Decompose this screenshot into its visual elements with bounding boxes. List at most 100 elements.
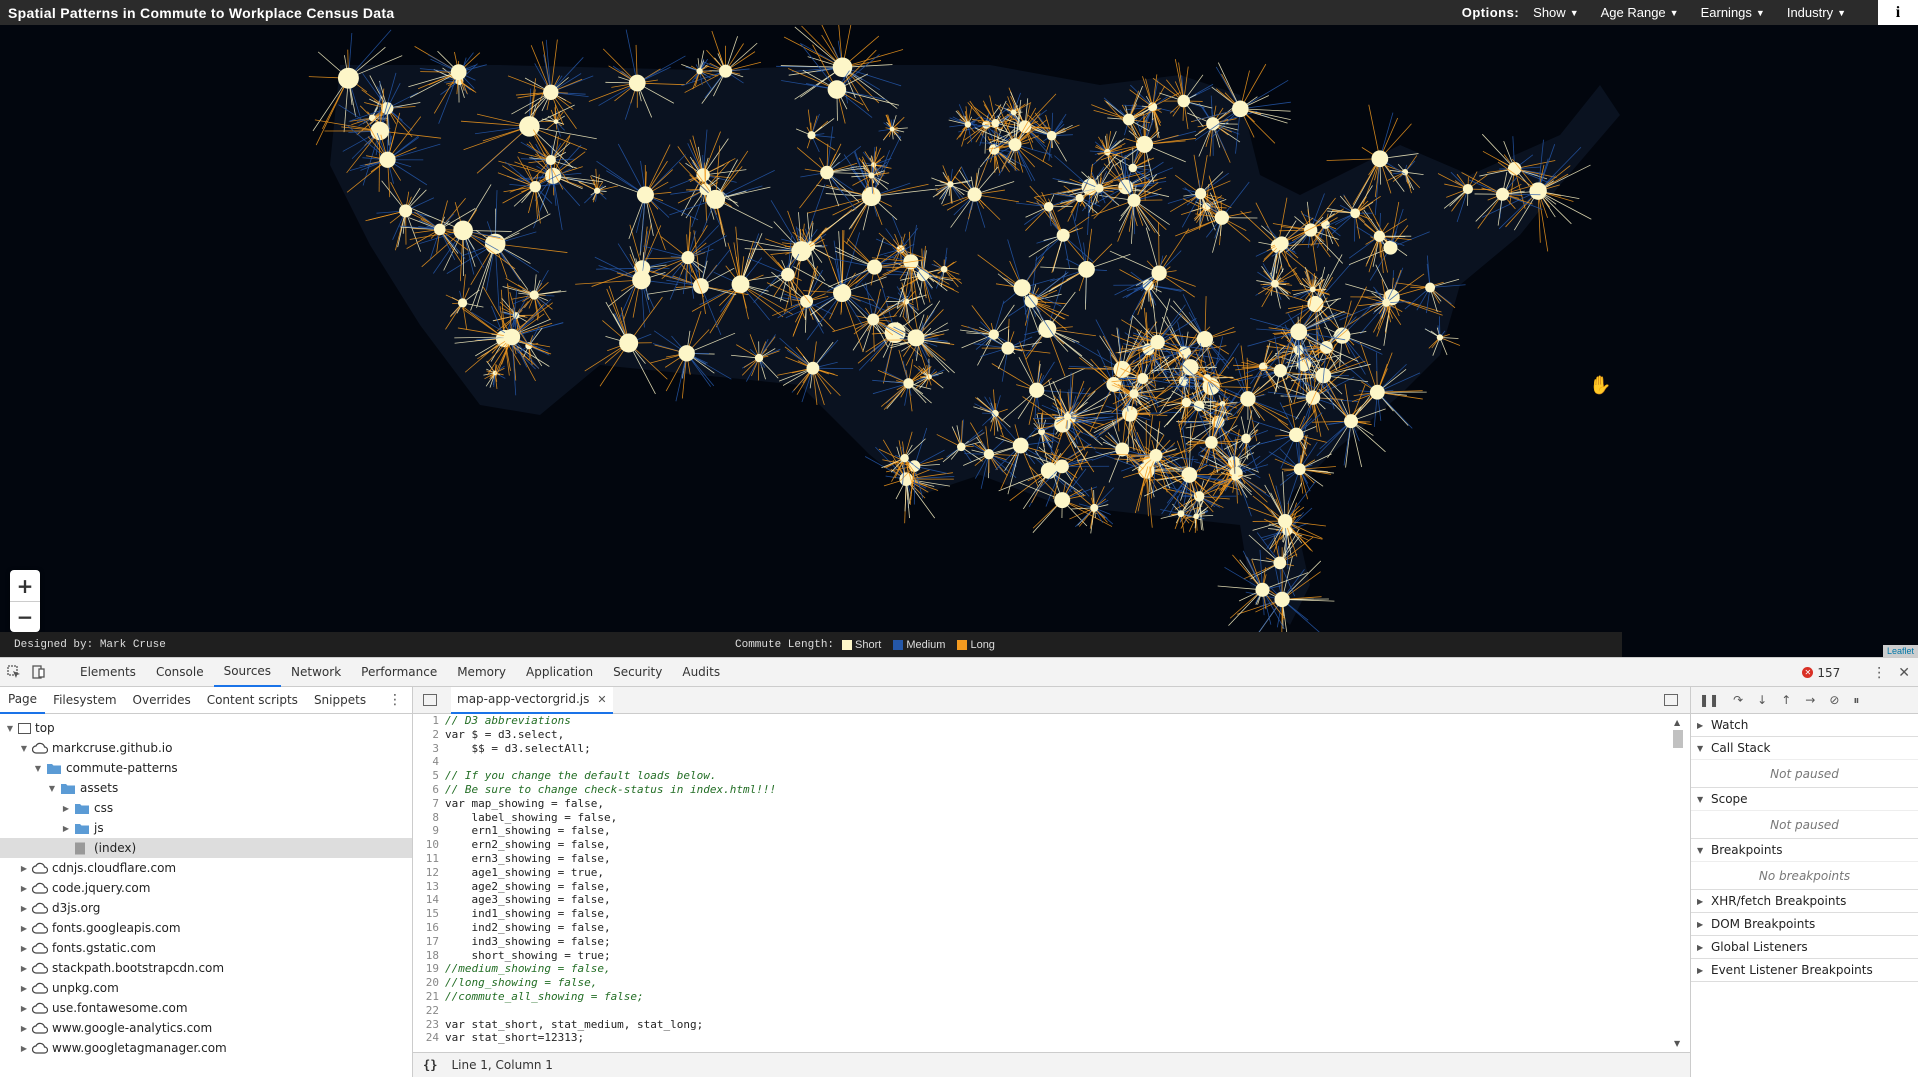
collapsed-arrow-icon[interactable]: ▶ [18,1044,30,1053]
scrollbar-thumb[interactable] [1673,730,1683,748]
collapsed-arrow-icon[interactable]: ▶ [18,864,30,873]
nav-tab-filesystem[interactable]: Filesystem [45,687,124,714]
line-number[interactable]: 24 [413,1031,443,1045]
line-number[interactable]: 19 [413,962,443,976]
step-icon[interactable]: → [1805,693,1815,707]
collapsed-arrow-icon[interactable]: ▶ [60,804,72,813]
more-options-icon[interactable]: ⋮ [1872,665,1886,681]
collapsed-arrow-icon[interactable]: ▶ [18,984,30,993]
tree-item[interactable]: ▶js [0,818,412,838]
tree-item[interactable]: ▶www.google-analytics.com [0,1018,412,1038]
tree-item[interactable]: ▶css [0,798,412,818]
line-number[interactable]: 18 [413,949,443,963]
tree-item[interactable]: ▶fonts.googleapis.com [0,918,412,938]
section-header[interactable]: ▼Breakpoints [1691,839,1918,861]
pretty-print-button[interactable]: {} [423,1058,437,1072]
step-over-icon[interactable]: ↷ [1733,693,1743,707]
info-button[interactable]: i [1878,0,1918,25]
zoom-out-button[interactable]: − [10,601,40,632]
line-number[interactable]: 14 [413,893,443,907]
tab-application[interactable]: Application [516,658,603,687]
device-toolbar-icon[interactable] [28,662,48,682]
expanded-arrow-icon[interactable]: ▼ [18,744,30,753]
industry-dropdown[interactable]: Industry▼ [1787,5,1846,20]
line-number[interactable]: 5 [413,769,443,783]
line-number[interactable]: 11 [413,852,443,866]
tab-audits[interactable]: Audits [672,658,730,687]
inspect-element-icon[interactable] [4,662,24,682]
expanded-arrow-icon[interactable]: ▼ [32,764,44,773]
close-devtools-icon[interactable]: ✕ [1898,665,1910,681]
collapsed-arrow-icon[interactable]: ▶ [18,1024,30,1033]
age-range-dropdown[interactable]: Age Range▼ [1601,5,1679,20]
step-out-icon[interactable]: ↑ [1781,693,1791,707]
tree-item[interactable]: ▼assets [0,778,412,798]
code-content[interactable]: 1// D3 abbreviations2var $ = d3.select,3… [413,714,1690,1052]
commute-map[interactable] [0,25,1918,632]
navigator-more-icon[interactable]: ⋮ [388,692,402,708]
expanded-arrow-icon[interactable]: ▼ [46,784,58,793]
tree-item[interactable]: ▶code.jquery.com [0,878,412,898]
tab-memory[interactable]: Memory [447,658,516,687]
nav-tab-content-scripts[interactable]: Content scripts [199,687,306,714]
tree-item[interactable]: ▶stackpath.bootstrapcdn.com [0,958,412,978]
nav-tab-snippets[interactable]: Snippets [306,687,374,714]
collapsed-arrow-icon[interactable]: ▶ [18,944,30,953]
line-number[interactable]: 21 [413,990,443,1004]
line-number[interactable]: 15 [413,907,443,921]
tree-item[interactable]: ▶cdnjs.cloudflare.com [0,858,412,878]
zoom-in-button[interactable]: + [10,570,40,601]
leaflet-attribution-link[interactable]: Leaflet [1883,645,1918,657]
line-number[interactable]: 13 [413,880,443,894]
line-number[interactable]: 6 [413,783,443,797]
line-number[interactable]: 10 [413,838,443,852]
tab-sources[interactable]: Sources [214,658,281,687]
tab-performance[interactable]: Performance [351,658,447,687]
line-number[interactable]: 4 [413,755,443,769]
deactivate-breakpoints-icon[interactable]: ⊘ [1829,693,1839,707]
tab-network[interactable]: Network [281,658,351,687]
collapsed-arrow-icon[interactable]: ▶ [60,824,72,833]
pause-icon[interactable]: ❚❚ [1699,693,1719,707]
collapsed-arrow-icon[interactable]: ▶ [18,924,30,933]
toggle-navigator-icon[interactable] [423,694,437,706]
tab-security[interactable]: Security [603,658,672,687]
section-header[interactable]: ▶Event Listener Breakpoints [1691,959,1918,981]
editor-file-tab[interactable]: map-app-vectorgrid.js ✕ [451,687,613,714]
scroll-up-icon[interactable]: ▲ [1674,718,1680,727]
expanded-arrow-icon[interactable]: ▼ [4,724,16,733]
line-number[interactable]: 2 [413,728,443,742]
close-tab-icon[interactable]: ✕ [597,693,606,706]
line-number[interactable]: 7 [413,797,443,811]
tree-item[interactable]: (index) [0,838,412,858]
line-number[interactable]: 22 [413,1004,443,1018]
section-header[interactable]: ▼Scope [1691,788,1918,810]
nav-tab-overrides[interactable]: Overrides [125,687,199,714]
error-count-badge[interactable]: ✕ 157 [1802,666,1840,680]
section-header[interactable]: ▶DOM Breakpoints [1691,913,1918,935]
tree-item[interactable]: ▶d3js.org [0,898,412,918]
pause-on-exceptions-icon[interactable]: ⏸ [1853,693,1859,708]
section-header[interactable]: ▶Watch [1691,714,1918,736]
earnings-dropdown[interactable]: Earnings▼ [1701,5,1765,20]
toggle-debugger-icon[interactable] [1664,694,1678,706]
tree-item[interactable]: ▶www.googletagmanager.com [0,1038,412,1058]
code-scrollbar[interactable]: ▲ ▼ [1672,718,1684,1048]
scroll-down-icon[interactable]: ▼ [1674,1039,1680,1048]
line-number[interactable]: 12 [413,866,443,880]
tree-item[interactable]: ▼markcruse.github.io [0,738,412,758]
step-into-icon[interactable]: ↓ [1757,693,1767,707]
tree-item[interactable]: ▼top [0,718,412,738]
line-number[interactable]: 17 [413,935,443,949]
tree-item[interactable]: ▼commute-patterns [0,758,412,778]
tab-console[interactable]: Console [146,658,214,687]
tree-item[interactable]: ▶use.fontawesome.com [0,998,412,1018]
line-number[interactable]: 3 [413,742,443,756]
section-header[interactable]: ▼Call Stack [1691,737,1918,759]
line-number[interactable]: 20 [413,976,443,990]
tab-elements[interactable]: Elements [70,658,146,687]
collapsed-arrow-icon[interactable]: ▶ [18,904,30,913]
collapsed-arrow-icon[interactable]: ▶ [18,884,30,893]
collapsed-arrow-icon[interactable]: ▶ [18,964,30,973]
tree-item[interactable]: ▶unpkg.com [0,978,412,998]
